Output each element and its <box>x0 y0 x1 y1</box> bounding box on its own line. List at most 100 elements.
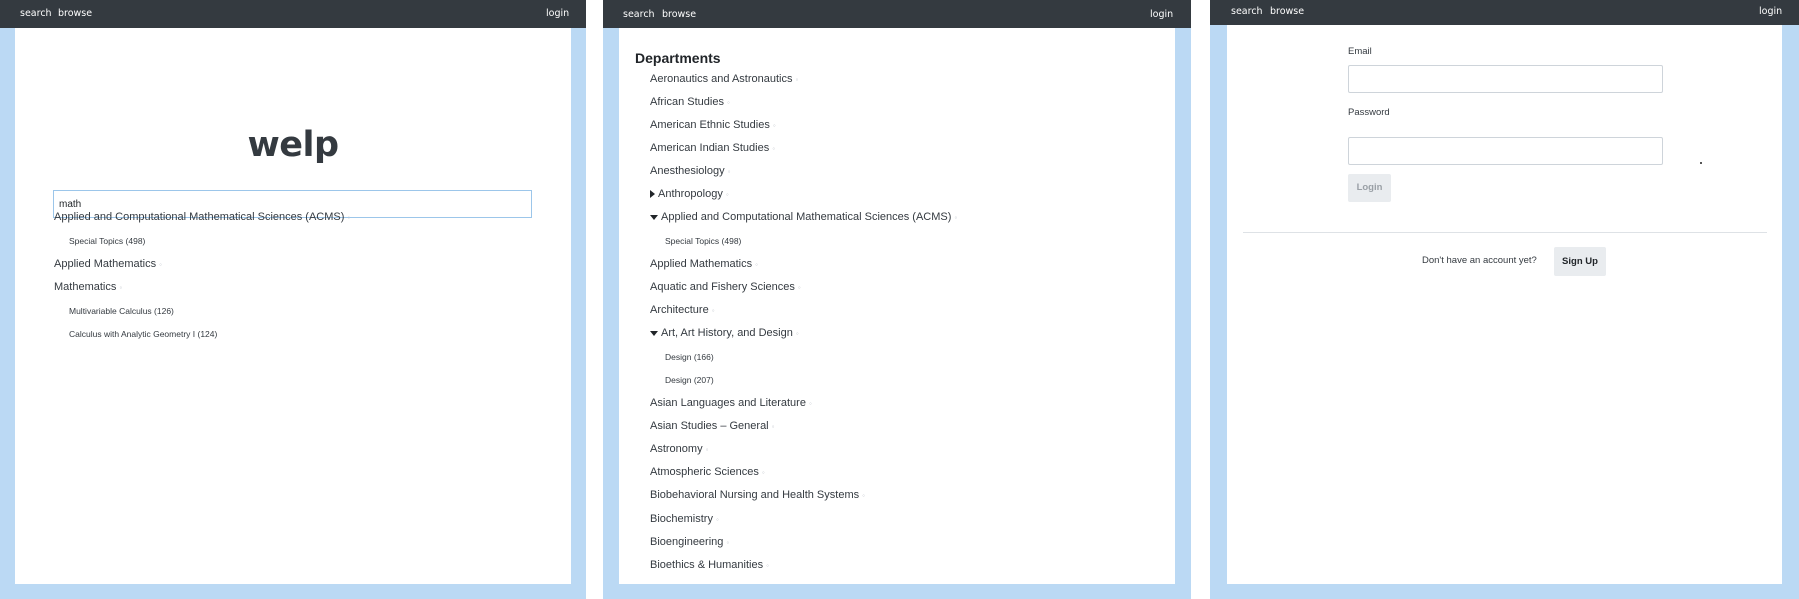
department-item[interactable]: Aquatic and Fishery Sciences ◦ <box>650 281 801 293</box>
item-label: Art, Art History, and Design <box>661 327 793 339</box>
result-label: Applied Mathematics <box>54 258 157 270</box>
item-label: Atmospheric Sciences <box>650 466 759 478</box>
result-label: Calculus with Analytic Geometry I (124) <box>69 329 218 339</box>
item-label: African Studies <box>650 96 724 108</box>
expand-dot-icon[interactable]: ◦ <box>773 121 776 130</box>
top-navbar: search browse login <box>0 0 586 28</box>
expand-dot-icon[interactable]: ◦ <box>726 190 729 199</box>
nav-search-link[interactable]: search <box>20 8 52 19</box>
department-item[interactable]: African Studies ◦ <box>650 96 730 108</box>
department-item[interactable]: Anesthesiology ◦ <box>650 165 730 177</box>
expand-dot-icon[interactable]: ◦ <box>712 306 715 315</box>
expand-dot-icon[interactable]: ◦ <box>798 283 801 292</box>
expand-dot-icon[interactable]: ◦ <box>728 167 731 176</box>
expand-dot-icon[interactable]: ◦ <box>796 329 799 338</box>
login-button[interactable]: Login <box>1348 174 1391 202</box>
result-course-link[interactable]: Calculus with Analytic Geometry I (124) <box>69 329 217 339</box>
app-logo: welp <box>247 125 339 165</box>
item-label: Asian Languages and Literature <box>650 397 806 409</box>
expand-dot-icon[interactable]: ◦ <box>119 283 122 292</box>
department-item[interactable]: Asian Languages and Literature ◦ <box>650 397 812 409</box>
expand-dot-icon[interactable]: ◦ <box>347 213 350 222</box>
nav-browse-link[interactable]: browse <box>662 9 696 20</box>
result-department-link[interactable]: Applied Mathematics ◦ <box>54 258 162 270</box>
department-item[interactable]: American Indian Studies ◦ <box>650 142 775 154</box>
department-item[interactable]: Art, Art History, and Design ◦ <box>650 327 799 339</box>
login-page-panel: search browse login Email Password Login… <box>1210 0 1799 599</box>
password-label: Password <box>1348 107 1390 118</box>
item-label: Bioengineering <box>650 536 724 548</box>
no-account-text: Don't have an account yet? <box>1422 255 1537 266</box>
result-course-link[interactable]: Special Topics (498) <box>69 236 145 246</box>
login-card: Email Password Login Don't have an accou… <box>1227 25 1782 584</box>
department-item[interactable]: American Ethnic Studies ◦ <box>650 119 776 131</box>
result-label: Multivariable Calculus (126) <box>69 306 174 316</box>
item-label: Applied Mathematics <box>650 258 753 270</box>
search-card: welp Applied and Computational Mathemati… <box>15 28 571 584</box>
expand-dot-icon[interactable]: ◦ <box>862 491 865 500</box>
expand-dot-icon[interactable]: ◦ <box>772 422 775 431</box>
search-page-panel: search browse login welp Applied and Com… <box>0 0 586 599</box>
result-label: Mathematics <box>54 281 117 293</box>
expand-dot-icon[interactable]: ◦ <box>809 399 812 408</box>
item-label: Biochemistry <box>650 513 713 525</box>
result-department-link[interactable]: Mathematics ◦ <box>54 281 122 293</box>
department-item[interactable]: Architecture ◦ <box>650 304 715 316</box>
result-label: Applied and Computational Mathematical S… <box>54 211 345 223</box>
email-label: Email <box>1348 46 1372 57</box>
course-item[interactable]: Special Topics (498) <box>665 236 741 246</box>
item-label: Astronomy <box>650 443 703 455</box>
nav-browse-link[interactable]: browse <box>58 8 92 19</box>
expand-dot-icon[interactable]: ◦ <box>726 538 729 547</box>
caret-down-icon[interactable] <box>650 330 658 336</box>
item-label: Special Topics (498) <box>665 236 742 246</box>
department-item[interactable]: Anthropology ◦ <box>650 188 729 200</box>
department-item[interactable]: Biobehavioral Nursing and Health Systems… <box>650 489 865 501</box>
department-item[interactable]: Bioengineering ◦ <box>650 536 729 548</box>
department-item[interactable]: Astronomy ◦ <box>650 443 708 455</box>
item-label: Asian Studies – General <box>650 420 769 432</box>
expand-dot-icon[interactable]: ◦ <box>706 445 709 454</box>
expand-dot-icon[interactable]: ◦ <box>795 75 798 84</box>
nav-browse-link[interactable]: browse <box>1270 6 1304 17</box>
nav-login-link[interactable]: login <box>1759 6 1782 17</box>
item-label: Anthropology <box>658 188 723 200</box>
item-label: Applied and Computational Mathematical S… <box>661 211 952 223</box>
nav-search-link[interactable]: search <box>1231 6 1263 17</box>
department-item[interactable]: Aeronautics and Astronautics ◦ <box>650 73 798 85</box>
result-department-link[interactable]: Applied and Computational Mathematical S… <box>54 211 350 223</box>
expand-dot-icon[interactable]: ◦ <box>766 561 769 570</box>
expand-dot-icon[interactable]: ◦ <box>716 515 719 524</box>
top-navbar: search browse login <box>1210 0 1799 25</box>
caret-right-icon[interactable] <box>650 190 655 199</box>
course-item[interactable]: Design (207) <box>665 375 714 385</box>
department-item[interactable]: Bioethics & Humanities ◦ <box>650 559 769 571</box>
signup-button[interactable]: Sign Up <box>1554 247 1606 276</box>
item-label: Aquatic and Fishery Sciences <box>650 281 795 293</box>
department-item[interactable]: Asian Studies – General ◦ <box>650 420 774 432</box>
nav-search-link[interactable]: search <box>623 9 655 20</box>
expand-dot-icon[interactable]: ◦ <box>772 144 775 153</box>
result-label: Special Topics (498) <box>69 236 146 246</box>
email-field[interactable] <box>1348 65 1663 93</box>
item-label: Design (207) <box>665 375 714 385</box>
department-item[interactable]: Atmospheric Sciences ◦ <box>650 466 765 478</box>
caret-down-icon[interactable] <box>650 214 658 220</box>
department-item[interactable]: Biochemistry ◦ <box>650 513 719 525</box>
expand-dot-icon[interactable]: ◦ <box>755 260 758 269</box>
password-field[interactable] <box>1348 137 1663 165</box>
expand-dot-icon[interactable]: ◦ <box>762 468 765 477</box>
item-label: American Indian Studies <box>650 142 770 154</box>
expand-dot-icon[interactable]: ◦ <box>159 260 162 269</box>
expand-dot-icon[interactable]: ◦ <box>727 98 730 107</box>
nav-login-link[interactable]: login <box>1150 9 1173 20</box>
item-label: Aeronautics and Astronautics <box>650 73 793 85</box>
stray-dot <box>1700 162 1702 164</box>
result-course-link[interactable]: Multivariable Calculus (126) <box>69 306 174 316</box>
department-item[interactable]: Applied Mathematics ◦ <box>650 258 758 270</box>
expand-dot-icon[interactable]: ◦ <box>954 213 957 222</box>
nav-login-link[interactable]: login <box>546 8 569 19</box>
browse-page-panel: search browse login Departments Aeronaut… <box>603 0 1191 599</box>
course-item[interactable]: Design (166) <box>665 352 714 362</box>
department-item[interactable]: Applied and Computational Mathematical S… <box>650 211 957 223</box>
